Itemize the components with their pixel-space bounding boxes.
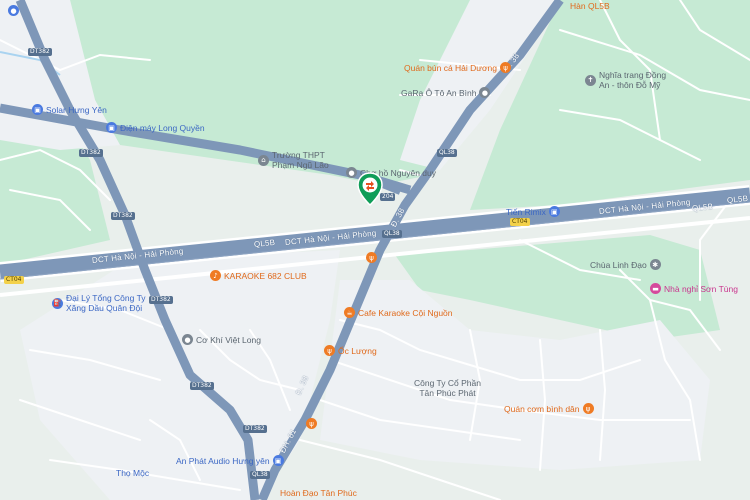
music-icon: ♪ [210, 270, 221, 281]
restaurant-icon: ψ [500, 62, 512, 73]
poi-label: An Phát Audio Hưng yên [176, 455, 270, 466]
shield-dt382-3: DT382 [111, 212, 135, 220]
poi-dai-ly[interactable]: ⛽ Đại Lý Tổng Công Ty Xăng Dầu Quân Đội [52, 293, 146, 313]
poi-tho-moc[interactable]: Thọ Mộc [116, 468, 149, 478]
poi-oc-luong[interactable]: ψ Ốc Lượng [324, 345, 377, 356]
shield-dt382-2: DT382 [79, 149, 103, 157]
poi-top-left[interactable]: ● [8, 5, 19, 16]
poi-label: KARAOKE 682 CLUB [224, 270, 307, 281]
cafe-icon: ☕ [344, 307, 355, 318]
hotel-icon: ▬ [650, 283, 661, 294]
shield-dt382-5: DT382 [190, 382, 214, 390]
poi-cafe-karaoke[interactable]: ☕ Cafe Karaoke Cội Nguồn [344, 307, 453, 318]
poi-restaurant-south[interactable]: ψ [306, 418, 317, 429]
shield-ql38-bottom: QL38 [250, 471, 270, 479]
poi-label: GaRa Ô Tô An Bình [401, 87, 477, 98]
poi-dien-may[interactable]: ▣ Điện máy Long Quyền [106, 122, 205, 133]
poi-label: Thọ Mộc [116, 468, 150, 478]
poi-label: Cafe Karaoke Cội Nguồn [358, 307, 453, 318]
shield-ct04-left: CT04 [4, 276, 24, 284]
poi-chua-linh-dao[interactable]: Chùa Linh Đạo ✱ [590, 259, 661, 270]
poi-solar[interactable]: ▣ Solar Hưng Yên [32, 104, 107, 115]
poi-karaoke-682[interactable]: ♪ KARAOKE 682 CLUB [210, 270, 307, 281]
poi-label: Chùa Linh Đạo [590, 259, 647, 270]
poi-label: Quán cơm bình dân [504, 403, 580, 414]
gas-station-icon: ⛽ [52, 297, 63, 309]
poi-label-1: Nghĩa trang Đồng [599, 70, 667, 80]
shield-ct04-right: CT04 [510, 218, 530, 226]
shield-ql38-top: QL38 [437, 149, 457, 157]
shopping-bag-icon: ▣ [106, 122, 117, 133]
shopping-bag-icon: ▣ [32, 104, 43, 115]
poi-gara[interactable]: GaRa Ô Tô An Bình ● [401, 87, 491, 98]
poi-label: Điện máy Long Quyền [120, 122, 205, 133]
poi-cong-ty[interactable]: Công Ty Cổ Phần Tân Phúc Phát [414, 378, 481, 398]
place-icon: ● [479, 87, 491, 98]
shield-ql38-mid: QL38 [382, 230, 402, 238]
school-icon: ⌂ [258, 154, 269, 166]
cemetery-icon: ✝ [585, 74, 596, 86]
shopping-bag-icon: ▣ [272, 455, 284, 466]
poi-label-2: Tân Phúc Phát [419, 388, 476, 398]
poi-nha-nghi[interactable]: ▬ Nhà nghỉ Sơn Tùng [650, 283, 738, 294]
poi-han-ql5b[interactable]: Hàn QL5B [570, 1, 610, 11]
restaurant-icon: ψ [324, 345, 335, 356]
shield-dt382-4: DT382 [149, 296, 173, 304]
map-view[interactable]: DCT Hà Nội - Hải Phòng QL5B DCT Hà Nội -… [0, 0, 750, 500]
poi-quan-bun[interactable]: Quán bún cá Hải Dương ψ [404, 62, 512, 73]
restaurant-icon: ψ [306, 418, 317, 429]
poi-label-2: Xăng Dầu Quân Đội [66, 303, 143, 313]
poi-label-1: Đại Lý Tổng Công Ty [66, 293, 146, 303]
location-icon: ● [8, 5, 19, 16]
poi-truong-thpt[interactable]: ⌂ Trường THPT Phạm Ngũ Lão [258, 150, 329, 170]
temple-icon: ✱ [649, 259, 661, 270]
poi-nghia-trang[interactable]: ✝ Nghĩa trang Đồng An - thôn Đỗ Mỹ [585, 70, 666, 90]
poi-label-1: Trường THPT [272, 150, 325, 160]
poi-label-2: An - thôn Đỗ Mỹ [599, 80, 661, 90]
poi-label: Hàn QL5B [570, 1, 610, 11]
poi-label: Cơ Khí Việt Long [196, 334, 261, 345]
shopping-bag-icon: ▣ [548, 206, 560, 217]
poi-hoan-dao[interactable]: Hoàn Đạo Tân Phúc [280, 488, 357, 498]
poi-label-2: Phạm Ngũ Lão [272, 160, 329, 170]
poi-label: Ốc Lượng [338, 345, 377, 356]
restaurant-icon: ψ [366, 252, 377, 263]
poi-label: Quán bún cá Hải Dương [404, 62, 498, 73]
poi-label-1: Công Ty Cổ Phần [414, 378, 481, 388]
poi-quan-com[interactable]: Quán cơm bình dân ψ [504, 403, 594, 414]
poi-label: Nhà nghỉ Sơn Tùng [664, 283, 738, 294]
poi-tien-rimix[interactable]: Tiến Rimix ▣ [506, 206, 560, 217]
place-icon: ● [346, 167, 357, 178]
poi-label: Tiến Rimix [506, 206, 546, 217]
poi-label: Hoàn Đạo Tân Phúc [280, 488, 357, 498]
poi-an-phat[interactable]: An Phát Audio Hưng yên ▣ [176, 455, 284, 466]
place-icon: ● [182, 334, 193, 345]
selected-location-marker[interactable] [357, 172, 383, 206]
poi-label: Solar Hưng Yên [46, 104, 107, 115]
poi-restaurant-road[interactable]: ψ [366, 252, 377, 263]
shield-dt382-6: DT382 [243, 425, 267, 433]
restaurant-icon: ψ [582, 403, 594, 414]
shield-dt382-1: DT382 [28, 48, 52, 56]
poi-co-khi[interactable]: ● Cơ Khí Việt Long [182, 334, 261, 345]
